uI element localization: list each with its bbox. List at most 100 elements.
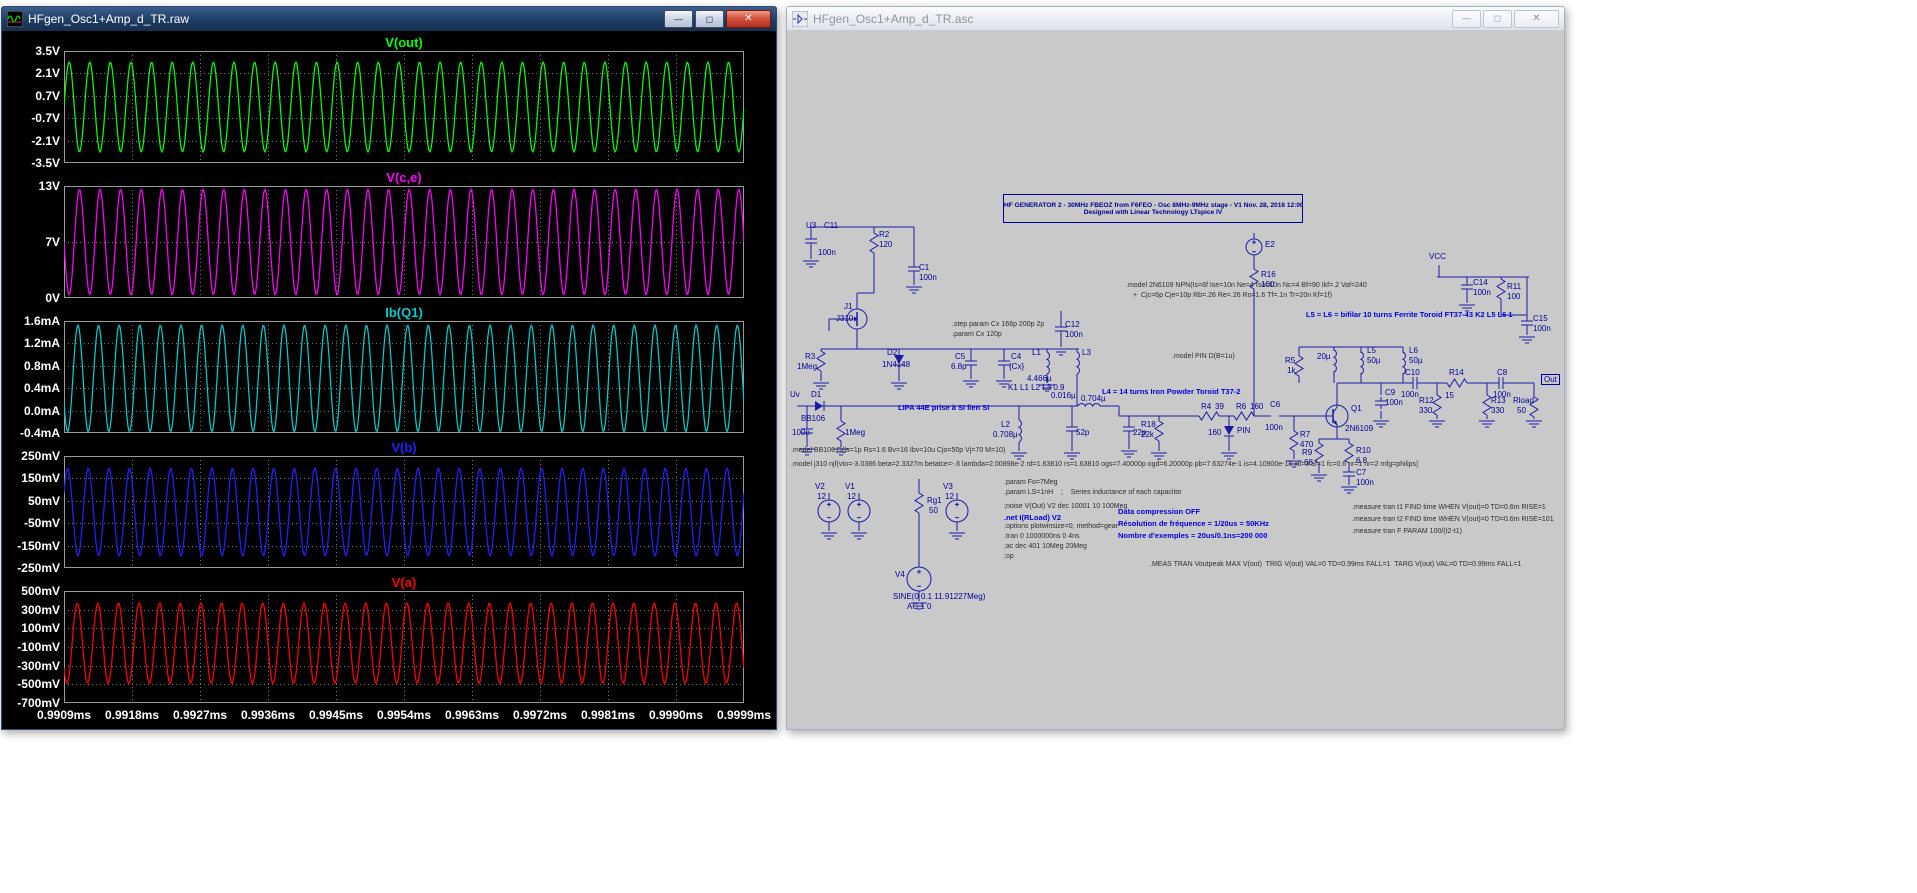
schematic-label: C15 bbox=[1533, 315, 1548, 324]
schematic-label: R16 bbox=[1261, 271, 1276, 280]
schematic-label: .step param Cx 166p 200p 2p bbox=[952, 321, 1044, 328]
schematic-label: 100n bbox=[919, 274, 937, 283]
y-axis-label: -0.7V bbox=[4, 111, 60, 125]
schematic-label: Uv bbox=[790, 391, 800, 400]
schematic-label: .model j310 njf(vto=-3.0386 beta=2.3327m… bbox=[791, 461, 1418, 468]
schematic-label: AC 1 0 bbox=[907, 603, 931, 612]
schematic-label: 1Meg bbox=[797, 363, 817, 372]
schematic-window-icon bbox=[792, 11, 808, 27]
schematic-label: .param LS=1nH ; Series inductance of eac… bbox=[1004, 489, 1182, 496]
schematic-label: 1Meg bbox=[845, 429, 865, 438]
schematic-label: R12 bbox=[1419, 397, 1434, 406]
schematic-label: 12 bbox=[945, 493, 954, 502]
y-axis-label: 3.5V bbox=[4, 44, 60, 58]
schematic-label: 100n bbox=[1401, 391, 1419, 400]
plot-pane[interactable] bbox=[64, 321, 744, 433]
schematic-label: 1k bbox=[1287, 367, 1295, 376]
y-axis-label: 500mV bbox=[4, 584, 60, 598]
maximize-button[interactable]: ◻ bbox=[1483, 10, 1512, 28]
y-axis-label: 0.4mA bbox=[4, 381, 60, 395]
schematic-label: D2 bbox=[887, 349, 897, 358]
schematic-label: 22k bbox=[1141, 431, 1154, 440]
schematic-label: BB106 bbox=[801, 415, 825, 424]
waveform-plot-area[interactable]: V(out)3.5V2.1V0.7V-0.7V-2.1V-3.5VV(c,e)1… bbox=[4, 31, 774, 727]
schematic-label: J1 bbox=[844, 303, 852, 312]
schematic-label: 100n bbox=[1533, 325, 1551, 334]
close-button[interactable]: ✕ bbox=[726, 10, 771, 28]
schematic-label: 20µ bbox=[1317, 353, 1331, 362]
trace-title: Ib(Q1) bbox=[64, 305, 744, 320]
trace-title: V(b) bbox=[64, 440, 744, 455]
window-controls: — ◻ ✕ bbox=[664, 10, 771, 28]
plot-pane[interactable] bbox=[64, 591, 744, 703]
schematic-label: .param Cx 120p bbox=[952, 331, 1002, 338]
schematic-label: 100n bbox=[792, 429, 810, 438]
net-flag-out: Out bbox=[1541, 374, 1560, 385]
schematic-label: 100n bbox=[1473, 289, 1491, 298]
y-axis-label: 150mV bbox=[4, 471, 60, 485]
y-axis-label: -250mV bbox=[4, 561, 60, 575]
schematic-label: 0.704µ bbox=[1081, 395, 1106, 404]
y-axis-label: 0.0mA bbox=[4, 404, 60, 418]
y-axis-label: -3.5V bbox=[4, 156, 60, 170]
schematic-label: L5 = L6 = bifilar 10 turns Ferrite Toroi… bbox=[1306, 310, 1513, 319]
schematic-label: 120 bbox=[879, 241, 892, 250]
schematic-canvas[interactable]: U3C11100nR2120C1100nJ1J310R31MegD21N4148… bbox=[789, 31, 1562, 727]
schematic-label: .net I(RLoad) V2 bbox=[1004, 513, 1061, 522]
close-icon: ✕ bbox=[1532, 14, 1540, 24]
desktop: HFgen_Osc1+Amp_d_TR.raw — ◻ ✕ V(out)3.5V… bbox=[0, 0, 1917, 893]
schematic-label: .MEAS TRAN Voutpeak MAX V(out) TRIG V(ou… bbox=[1150, 561, 1521, 568]
schematic-label: Q1 bbox=[1351, 405, 1362, 414]
schematic-label: R11 bbox=[1507, 283, 1521, 292]
schematic-label: C6 bbox=[1270, 401, 1280, 410]
schematic-label: 330 bbox=[1491, 407, 1504, 416]
schematic-label: C4 bbox=[1011, 353, 1021, 362]
schematic-label: 50µ bbox=[1409, 357, 1423, 366]
schematic-label: R5 bbox=[1285, 357, 1295, 366]
schematic-label: Nombre d'exemples = 20us/0.1ns=200 000 bbox=[1118, 531, 1267, 540]
schematic-label: Rg1 bbox=[927, 497, 942, 506]
schematic-label: L4 = 14 turns Iron Powder Toroid T37-2 bbox=[1102, 387, 1240, 396]
close-button[interactable]: ✕ bbox=[1514, 10, 1559, 28]
y-axis-label: 0.8mA bbox=[4, 359, 60, 373]
schematic-label: V3 bbox=[943, 483, 953, 492]
y-axis-label: 100mV bbox=[4, 621, 60, 635]
plot-pane[interactable] bbox=[64, 456, 744, 568]
schematic-label: ;ac dec 401 10Meg 20Meg bbox=[1004, 543, 1087, 550]
schematic-label: ;noise V(Out) V2 dec 10001 10 100Meg bbox=[1004, 503, 1127, 510]
schematic-label: 50µ bbox=[1367, 357, 1381, 366]
minimize-button[interactable]: — bbox=[1452, 10, 1481, 28]
schematic-label: .model BB106 D(Is=1p Rs=1.6 Bv=16 Ibv=10… bbox=[791, 447, 1005, 454]
schematic-label: R2 bbox=[879, 231, 889, 240]
minimize-button[interactable]: — bbox=[664, 10, 693, 28]
schematic-label: V1 bbox=[845, 483, 855, 492]
schematic-label: L6 bbox=[1409, 347, 1418, 356]
schematic-label: 1N4148 bbox=[882, 361, 910, 370]
schematic-label: .measure tran F PARAM 100/(t2-t1) bbox=[1352, 528, 1462, 535]
y-axis-label: 13V bbox=[4, 179, 60, 193]
schematic-label: C8 bbox=[1497, 369, 1507, 378]
schematic-window-titlebar[interactable]: HFgen_Osc1+Amp_d_TR.asc — ◻ ✕ bbox=[787, 7, 1564, 31]
schematic-label: C14 bbox=[1473, 279, 1488, 288]
plot-pane[interactable] bbox=[64, 186, 744, 298]
schematic-label: ;op bbox=[1004, 553, 1014, 560]
schematic-label: Résolution de fréquence = 1/20us = 50KHz bbox=[1118, 519, 1269, 528]
schematic-label: .measure tran t1 FIND time WHEN V(out)=0… bbox=[1352, 504, 1546, 511]
schematic-label: .measure tran t2 FIND time WHEN V(out)=0… bbox=[1352, 516, 1554, 523]
schematic-label: .model PIN D(B=1u) bbox=[1172, 353, 1235, 360]
schematic-label: .model 2N6109 NPN(Is=6f Ise=10n Ne=4 Iso… bbox=[1126, 282, 1367, 289]
schematic-label: C12 bbox=[1065, 321, 1080, 330]
schematic-title-line1: HF GENERATOR 2 - 30MHz FBEOZ from F6FEO … bbox=[1004, 202, 1302, 209]
plot-pane[interactable] bbox=[64, 51, 744, 163]
schematic-label: 100n bbox=[818, 249, 836, 258]
trace-title: V(a) bbox=[64, 575, 744, 590]
schematic-label: 50 bbox=[929, 507, 938, 516]
schematic-label: SINE(0 0.1 11.91227Meg) bbox=[893, 593, 985, 602]
waveform-window-icon bbox=[7, 11, 23, 27]
waveform-window-titlebar[interactable]: HFgen_Osc1+Amp_d_TR.raw — ◻ ✕ bbox=[2, 7, 776, 31]
schematic-label: J310 bbox=[836, 315, 853, 324]
schematic-label: VCC bbox=[1429, 253, 1446, 262]
trace-title: V(c,e) bbox=[64, 170, 744, 185]
y-axis-label: 50mV bbox=[4, 494, 60, 508]
maximize-button[interactable]: ◻ bbox=[695, 10, 724, 28]
